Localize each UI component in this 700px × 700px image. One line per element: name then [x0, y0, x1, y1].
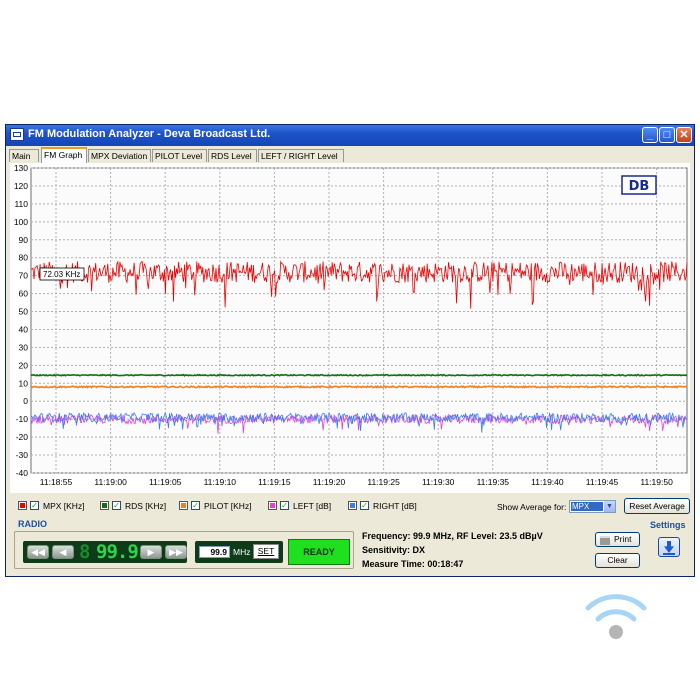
- x-tick-label: 11:19:35: [477, 477, 510, 487]
- download-arrow-base: [663, 553, 675, 555]
- mpx-swatch: [18, 501, 27, 510]
- y-tick-label: 70: [19, 271, 29, 281]
- set-button[interactable]: SET: [253, 544, 279, 559]
- x-tick-label: 11:19:45: [586, 477, 619, 487]
- ready-status: READY: [288, 539, 350, 565]
- y-tick-label: 130: [14, 163, 28, 173]
- y-tick-label: -40: [16, 468, 29, 478]
- x-tick-label: 11:19:30: [422, 477, 455, 487]
- x-tick-label: 11:18:55: [40, 477, 73, 487]
- series-line-pilot: [30, 384, 688, 389]
- reset-average-button[interactable]: Reset Average: [624, 498, 690, 514]
- y-tick-label: 10: [19, 378, 29, 388]
- rds-checkbox[interactable]: ✓: [112, 501, 121, 510]
- chevron-down-icon[interactable]: ▼: [604, 501, 615, 512]
- frequency-input[interactable]: 99.9: [199, 546, 230, 558]
- sensitivity-info: Sensitivity: DX: [362, 545, 426, 555]
- step-back-icon[interactable]: ◀: [52, 545, 74, 559]
- mpx-label: MPX [KHz]: [43, 501, 85, 511]
- y-tick-label: 100: [14, 217, 28, 227]
- y-tick-label: 80: [19, 253, 29, 263]
- x-tick-label: 11:19:50: [640, 477, 673, 487]
- left-checkbox[interactable]: ✓: [280, 501, 289, 510]
- download-arrow-icon: [664, 541, 674, 553]
- maximize-button[interactable]: □: [659, 127, 675, 143]
- settings-button[interactable]: [658, 537, 680, 557]
- title-bar[interactable]: FM Modulation Analyzer - Deva Broadcast …: [6, 125, 694, 146]
- show-average-label: Show Average for:: [497, 502, 567, 512]
- app-window: FM Modulation Analyzer - Deva Broadcast …: [5, 124, 695, 577]
- right-swatch: [348, 501, 357, 510]
- freq-digit-ghost: 8: [79, 541, 91, 563]
- wifi-icon: [585, 594, 647, 639]
- radio-display: ◀◀ ◀ 8 99.9 ▶ ▶▶: [23, 541, 187, 563]
- mpx-checkbox[interactable]: ✓: [30, 501, 39, 510]
- x-tick-label: 11:19:15: [258, 477, 291, 487]
- pilot-swatch: [179, 501, 188, 510]
- right-checkbox[interactable]: ✓: [360, 501, 369, 510]
- average-select-value: MPX: [571, 502, 603, 511]
- x-tick-label: 11:19:10: [204, 477, 237, 487]
- y-tick-label: -20: [16, 432, 29, 442]
- print-label: Print: [614, 534, 632, 544]
- clear-button[interactable]: Clear: [595, 553, 640, 568]
- mhz-unit-label: MHz: [233, 547, 251, 557]
- radio-panel: ◀◀ ◀ 8 99.9 ▶ ▶▶ 99.9 MHz SET READY: [14, 531, 354, 569]
- seek-forward-icon[interactable]: ▶▶: [165, 545, 187, 559]
- rds-swatch: [100, 501, 109, 510]
- value-tooltip: 72.03 KHz: [39, 267, 85, 281]
- bottom-panel: RADIO ◀◀ ◀ 8 99.9 ▶ ▶▶ 99.9 MHz SET READ…: [10, 519, 690, 575]
- y-tick-label: 110: [14, 199, 28, 209]
- step-forward-icon[interactable]: ▶: [140, 545, 162, 559]
- radio-label: RADIO: [18, 519, 47, 529]
- tab-fm-graph[interactable]: FM Graph: [41, 147, 87, 163]
- frequency-info: Frequency: 99.9 MHz, RF Level: 23.5 dBµV: [362, 531, 543, 541]
- series-line-rds: [30, 373, 688, 377]
- x-tick-label: 11:19:25: [367, 477, 400, 487]
- settings-label: Settings: [650, 520, 686, 530]
- logo-text: DB: [629, 179, 650, 194]
- y-tick-label: 40: [19, 324, 29, 334]
- left-label: LEFT [dB]: [293, 501, 332, 511]
- x-tick-label: 11:19:00: [94, 477, 127, 487]
- tab-mpx-deviation[interactable]: MPX Deviation: [88, 149, 151, 162]
- y-tick-label: 20: [19, 360, 29, 370]
- x-tick-label: 11:19:05: [149, 477, 182, 487]
- tab-left-right-level[interactable]: LEFT / RIGHT Level: [258, 149, 344, 162]
- y-tick-label: -30: [16, 450, 29, 460]
- y-tick-label: -10: [16, 414, 29, 424]
- printer-icon: [600, 536, 610, 545]
- y-tick-label: 120: [14, 181, 28, 191]
- tooltip-text: 72.03 KHz: [43, 270, 80, 279]
- rds-label: RDS [KHz]: [125, 501, 167, 511]
- db-logo: DB: [621, 175, 657, 195]
- app-icon: [10, 128, 24, 141]
- x-tick-label: 11:19:40: [531, 477, 564, 487]
- seek-back-icon[interactable]: ◀◀: [27, 545, 49, 559]
- y-tick-label: 60: [19, 289, 29, 299]
- y-tick-label: 30: [19, 342, 29, 352]
- print-button[interactable]: Print: [595, 532, 640, 547]
- y-tick-label: 90: [19, 235, 29, 245]
- y-tick-label: 0: [23, 396, 28, 406]
- legend-row: ✓ MPX [KHz] ✓ RDS [KHz] ✓ PILOT [KHz] ✓ …: [10, 496, 690, 516]
- close-button[interactable]: ✕: [676, 127, 692, 143]
- tab-main[interactable]: Main: [9, 149, 39, 162]
- measure-time-info: Measure Time: 00:18:47: [362, 559, 464, 569]
- x-tick-label: 11:19:20: [313, 477, 346, 487]
- average-select[interactable]: MPX ▼: [569, 500, 616, 513]
- window-title: FM Modulation Analyzer - Deva Broadcast …: [28, 128, 271, 140]
- tab-pilot-level[interactable]: PILOT Level: [152, 149, 207, 162]
- pilot-checkbox[interactable]: ✓: [191, 501, 200, 510]
- left-swatch: [268, 501, 277, 510]
- tab-rds-level[interactable]: RDS Level: [208, 149, 257, 162]
- y-tick-label: 50: [19, 307, 29, 317]
- right-label: RIGHT [dB]: [373, 501, 417, 511]
- minimize-button[interactable]: _: [642, 127, 658, 143]
- fm-graph-chart: 1301201101009080706050403020100-10-20-30…: [10, 163, 690, 493]
- pilot-label: PILOT [KHz]: [204, 501, 252, 511]
